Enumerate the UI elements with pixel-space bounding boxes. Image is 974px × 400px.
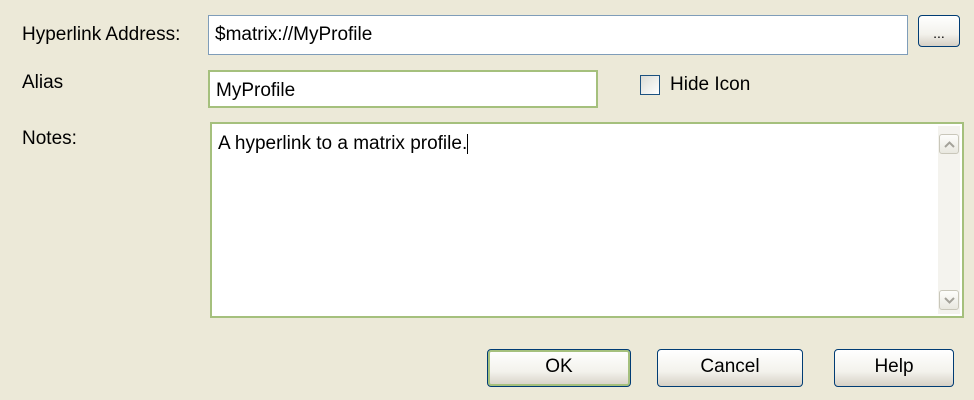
help-button[interactable]: Help — [834, 349, 954, 387]
browse-button[interactable]: ... — [918, 15, 960, 47]
scroll-up-arrow-icon[interactable] — [939, 134, 959, 154]
ok-button[interactable]: OK — [487, 349, 631, 387]
alias-label: Alias — [22, 72, 64, 93]
notes-text: A hyperlink to a matrix profile. — [218, 133, 469, 155]
hide-icon-checkbox[interactable] — [640, 75, 660, 95]
text-caret — [467, 134, 469, 154]
notes-textarea[interactable]: A hyperlink to a matrix profile. — [210, 122, 964, 318]
notes-label: Notes: — [22, 128, 77, 149]
alias-input[interactable]: MyProfile — [208, 70, 598, 108]
hyperlink-properties-dialog: Hyperlink Address: $matrix://MyProfile .… — [0, 0, 974, 400]
hyperlink-address-label: Hyperlink Address: — [22, 24, 181, 45]
hyperlink-address-input[interactable]: $matrix://MyProfile — [208, 15, 908, 55]
scroll-down-arrow-icon[interactable] — [939, 290, 959, 310]
hide-icon-label[interactable]: Hide Icon — [670, 74, 750, 96]
notes-scrollbar[interactable] — [938, 126, 960, 314]
cancel-button[interactable]: Cancel — [657, 349, 803, 387]
notes-value: A hyperlink to a matrix profile. — [218, 133, 468, 154]
